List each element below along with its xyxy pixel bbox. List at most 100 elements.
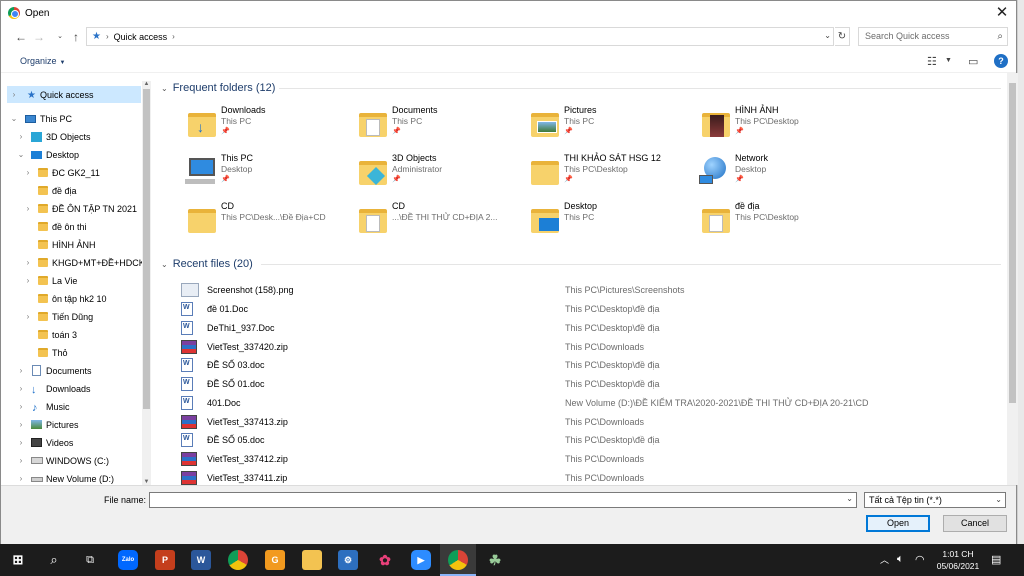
recent-file-row[interactable]: Screenshot (158).png This PC\Pictures\Sc… [181,281,1001,299]
file-name-input[interactable]: ⌄ [149,492,857,508]
preview-pane-icon[interactable]: ▭ [968,55,978,68]
folder-tile[interactable]: THI KHẢO SÁT HSG 12 This PC\Desktop 📌 [528,153,688,197]
scrollbar-thumb[interactable] [1009,83,1016,403]
back-arrow-icon[interactable]: ← [14,30,28,44]
open-button[interactable]: Open [866,515,930,532]
recent-file-row[interactable]: VietTest_337420.zip This PC\Downloads [181,338,1001,356]
chevron-down-icon[interactable]: ⌄ [161,84,168,93]
chevron-right-icon[interactable]: › [17,474,25,483]
nav-item-windows-drive[interactable]: › WINDOWS (C:) [7,452,141,469]
address-dropdown-icon[interactable]: ⌄ [824,31,831,40]
search-icon[interactable]: ⌕ [44,550,64,570]
content-scrollbar[interactable] [1007,73,1018,485]
nav-item-folder[interactable]: › ĐC GK2_11 [7,164,141,181]
breadcrumb-separator-icon[interactable]: › [106,32,109,41]
recent-file-row[interactable]: đề 01.Doc This PC\Desktop\đề địa [181,300,1001,318]
nav-item-3d-objects[interactable]: › 3D Objects [7,128,141,145]
scrollbar-thumb[interactable] [143,89,150,409]
chevron-down-icon[interactable]: ⌄ [846,494,853,503]
task-view-icon[interactable]: ⧉ [80,550,100,570]
recent-file-row[interactable]: ĐỀ SỐ 01.doc This PC\Desktop\đề địa [181,375,1001,393]
folder-tile[interactable]: HÌNH ẢNH This PC\Desktop 📌 [699,105,859,149]
zoom-icon[interactable]: ▶ [411,550,431,570]
recent-locations-chevron-icon[interactable]: ⌄ [53,30,67,44]
chevron-right-icon[interactable]: › [17,456,25,465]
nav-item-quick-access[interactable]: › ★ Quick access [7,86,141,103]
volume-icon[interactable]: 🔈︎ [897,553,904,566]
nav-item-folder[interactable]: đề ôn thi [7,218,141,235]
chevron-right-icon[interactable]: › [17,438,25,447]
nav-item-folder[interactable]: › Tiến Dũng [7,308,141,325]
word-icon[interactable]: W [191,550,211,570]
chevron-down-icon[interactable]: ⌄ [17,150,25,159]
recent-file-row[interactable]: ĐỀ SỐ 03.doc This PC\Desktop\đề địa [181,356,1001,374]
chevron-right-icon[interactable]: › [17,384,25,393]
nav-item-folder[interactable]: HÌNH ẢNH [7,236,141,253]
show-hidden-icons-chevron-icon[interactable]: ︿ [880,553,889,566]
organize-button[interactable]: Organize ▼ [20,56,65,66]
help-icon[interactable]: ? [994,54,1008,68]
folder-tile[interactable]: Pictures This PC 📌 [528,105,688,149]
search-input[interactable]: Search Quick access ⌕ [858,27,1008,46]
nav-scrollbar[interactable]: ▲ ▼ [142,81,151,485]
address-bar[interactable]: ★ › Quick access › ⌄ [86,27,834,46]
chevron-right-icon[interactable]: › [24,276,32,285]
chevron-right-icon[interactable]: › [24,312,32,321]
chevron-right-icon[interactable]: › [17,402,25,411]
notification-icon[interactable]: ▤ [991,553,1001,566]
zalo-icon[interactable]: Zalo [118,550,138,570]
refresh-icon[interactable]: ↻ [835,27,850,46]
breadcrumb-quick-access[interactable]: Quick access [114,32,168,42]
chrome-icon[interactable] [228,550,248,570]
scroll-up-icon[interactable]: ▲ [142,81,151,87]
folder-tile[interactable]: ↓ Downloads This PC 📌 [185,105,345,149]
nav-item-folder[interactable]: toán 3 [7,326,141,343]
nav-item-documents[interactable]: › Documents [7,362,141,379]
wifi-icon[interactable]: ◠ [915,553,925,566]
frequent-folders-header[interactable]: ⌄ Frequent folders (12) [161,81,275,95]
nav-item-new-volume[interactable]: › New Volume (D:) [7,470,141,485]
nav-item-folder[interactable]: › La Vie [7,272,141,289]
chevron-down-icon[interactable]: ⌄ [161,260,168,269]
chevron-right-icon[interactable]: › [24,204,32,213]
nav-item-desktop[interactable]: ⌄ Desktop [7,146,141,163]
chevron-right-icon[interactable]: › [24,258,32,267]
nav-item-folder[interactable]: Thỏ [7,344,141,361]
up-arrow-icon[interactable]: ↑ [69,30,83,44]
view-dropdown-icon[interactable]: ▼ [945,57,952,64]
app-icon[interactable]: G [265,550,285,570]
cancel-button[interactable]: Cancel [943,515,1007,532]
nav-item-folder[interactable]: › ĐỀ ÔN TẬP TN 2021 [7,200,141,217]
file-explorer-icon[interactable] [302,550,322,570]
chevron-right-icon[interactable]: › [24,168,32,177]
folder-tile[interactable]: 3D Objects Administrator 📌 [356,153,516,197]
chevron-down-icon[interactable]: ⌄ [995,493,1002,507]
app-icon[interactable]: ⚙ [338,550,358,570]
app-icon[interactable]: ☘ [485,550,505,570]
folder-tile[interactable]: Documents This PC 📌 [356,105,516,149]
chevron-right-icon[interactable]: › [17,366,25,375]
nav-item-music[interactable]: › ♪ Music [7,398,141,415]
view-options-icon[interactable]: ☷ [927,55,937,68]
chrome-icon[interactable] [440,550,476,576]
nav-item-videos[interactable]: › Videos [7,434,141,451]
recent-file-row[interactable]: 401.Doc New Volume (D:)\ĐỀ KIỂM TRA\2020… [181,394,1001,412]
recent-file-row[interactable]: ĐỀ SỐ 05.doc This PC\Desktop\đề địa [181,431,1001,449]
nav-item-pictures[interactable]: › Pictures [7,416,141,433]
recent-file-row[interactable]: DeThi1_937.Doc This PC\Desktop\đề địa [181,319,1001,337]
folder-tile[interactable]: Desktop This PC [528,201,688,245]
forward-arrow-icon[interactable]: → [32,30,46,44]
recent-file-row[interactable]: VietTest_337413.zip This PC\Downloads [181,413,1001,431]
recent-file-row[interactable]: VietTest_337412.zip This PC\Downloads [181,450,1001,468]
folder-tile[interactable]: CD This PC\Desk...\Đề Địa+CD [185,201,345,245]
recent-files-header[interactable]: ⌄ Recent files (20) [161,257,253,271]
chevron-right-icon[interactable]: › [17,420,25,429]
nav-item-folder[interactable]: đề địa [7,182,141,199]
breadcrumb-separator-icon[interactable]: › [172,32,175,41]
clock[interactable]: 1:01 CH 05/06/2021 [934,548,982,572]
file-type-select[interactable]: Tất cả Tệp tin (*.*) ⌄ [864,492,1006,508]
recent-file-row[interactable]: VietTest_337411.zip This PC\Downloads [181,469,1001,485]
folder-tile[interactable]: This PC Desktop 📌 [185,153,345,197]
folder-tile[interactable]: Network Desktop 📌 [699,153,859,197]
folder-tile[interactable]: CD ...\ĐỀ THI THỬ CD+ĐỊA 2... [356,201,516,245]
